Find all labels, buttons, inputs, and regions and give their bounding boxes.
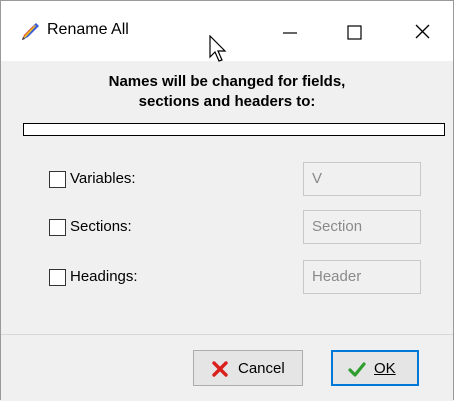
rename-all-dialog: Rename All Names will be changed for fie… <box>0 0 454 401</box>
heading-line-1: Names will be changed for fields, <box>108 73 346 90</box>
headings-label[interactable]: Headings: <box>70 268 138 285</box>
button-bar: Cancel OK <box>1 334 453 401</box>
heading-line-2: sections and headers to: <box>138 93 316 110</box>
cancel-button-label: Cancel <box>238 360 285 377</box>
variables-label[interactable]: Variables: <box>70 170 136 187</box>
close-button[interactable] <box>399 15 445 49</box>
mouse-pointer-icon <box>209 35 227 62</box>
green-check-icon <box>348 362 366 377</box>
ok-button-label: OK <box>374 360 396 377</box>
sections-input[interactable]: Section <box>303 210 421 244</box>
window-title: Rename All <box>47 21 129 38</box>
sections-label[interactable]: Sections: <box>70 218 132 235</box>
sections-checkbox[interactable] <box>49 219 66 236</box>
preview-field <box>23 123 445 136</box>
ok-button[interactable]: OK <box>331 350 419 386</box>
red-x-icon <box>212 361 228 377</box>
dialog-heading: Names will be changed for fields, sectio… <box>1 72 453 112</box>
title-bar[interactable]: Rename All <box>1 1 453 62</box>
headings-row: Headings: Header <box>1 260 453 294</box>
headings-checkbox[interactable] <box>49 269 66 286</box>
maximize-button[interactable] <box>331 15 377 49</box>
cancel-button[interactable]: Cancel <box>193 350 303 386</box>
minimize-button[interactable] <box>267 15 313 49</box>
variables-input[interactable]: V <box>303 162 421 196</box>
rainbow-pencil-icon <box>22 23 39 40</box>
variables-row: Variables: V <box>1 162 453 196</box>
sections-row: Sections: Section <box>1 210 453 244</box>
headings-input[interactable]: Header <box>303 260 421 294</box>
variables-checkbox[interactable] <box>49 171 66 188</box>
